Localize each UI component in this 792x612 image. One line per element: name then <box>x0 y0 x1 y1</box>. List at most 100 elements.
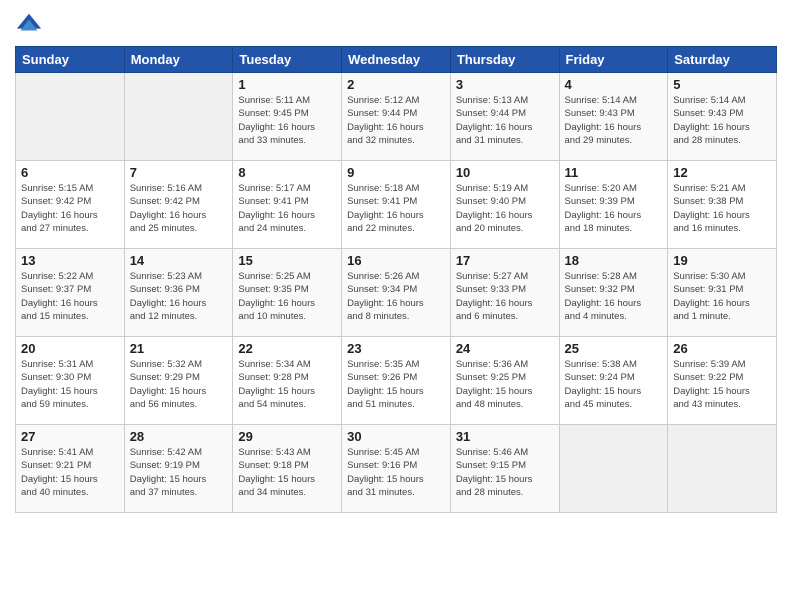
calendar-cell: 5 Sunrise: 5:14 AM Sunset: 9:43 PM Daylig… <box>668 73 777 161</box>
header-day-tuesday: Tuesday <box>233 47 342 73</box>
calendar-cell: 16 Sunrise: 5:26 AM Sunset: 9:34 PM Dayli… <box>342 249 451 337</box>
calendar-cell: 1 Sunrise: 5:11 AM Sunset: 9:45 PM Daylig… <box>233 73 342 161</box>
calendar-cell: 11 Sunrise: 5:20 AM Sunset: 9:39 PM Dayli… <box>559 161 668 249</box>
calendar-cell: 27 Sunrise: 5:41 AM Sunset: 9:21 PM Dayli… <box>16 425 125 513</box>
calendar-week-row: 13 Sunrise: 5:22 AM Sunset: 9:37 PM Dayli… <box>16 249 777 337</box>
header-day-sunday: Sunday <box>16 47 125 73</box>
day-info: Sunrise: 5:26 AM Sunset: 9:34 PM Dayligh… <box>347 270 445 323</box>
calendar-cell: 17 Sunrise: 5:27 AM Sunset: 9:33 PM Dayli… <box>450 249 559 337</box>
day-info: Sunrise: 5:45 AM Sunset: 9:16 PM Dayligh… <box>347 446 445 499</box>
header-day-friday: Friday <box>559 47 668 73</box>
calendar-cell: 12 Sunrise: 5:21 AM Sunset: 9:38 PM Dayli… <box>668 161 777 249</box>
calendar-cell: 20 Sunrise: 5:31 AM Sunset: 9:30 PM Dayli… <box>16 337 125 425</box>
day-number: 17 <box>456 253 554 268</box>
calendar-cell: 9 Sunrise: 5:18 AM Sunset: 9:41 PM Daylig… <box>342 161 451 249</box>
day-number: 5 <box>673 77 771 92</box>
day-number: 27 <box>21 429 119 444</box>
calendar-week-row: 27 Sunrise: 5:41 AM Sunset: 9:21 PM Dayli… <box>16 425 777 513</box>
day-number: 15 <box>238 253 336 268</box>
day-number: 2 <box>347 77 445 92</box>
day-number: 31 <box>456 429 554 444</box>
day-number: 22 <box>238 341 336 356</box>
day-info: Sunrise: 5:31 AM Sunset: 9:30 PM Dayligh… <box>21 358 119 411</box>
day-info: Sunrise: 5:32 AM Sunset: 9:29 PM Dayligh… <box>130 358 228 411</box>
header <box>15 10 777 38</box>
calendar-cell: 10 Sunrise: 5:19 AM Sunset: 9:40 PM Dayli… <box>450 161 559 249</box>
day-info: Sunrise: 5:39 AM Sunset: 9:22 PM Dayligh… <box>673 358 771 411</box>
calendar-cell: 24Sunrise: 5:36 AM Sunset: 9:25 PM Dayli… <box>450 337 559 425</box>
calendar-cell: 26 Sunrise: 5:39 AM Sunset: 9:22 PM Dayli… <box>668 337 777 425</box>
calendar-cell: 3Sunrise: 5:13 AM Sunset: 9:44 PM Daylig… <box>450 73 559 161</box>
day-info: Sunrise: 5:43 AM Sunset: 9:18 PM Dayligh… <box>238 446 336 499</box>
day-info: Sunrise: 5:28 AM Sunset: 9:32 PM Dayligh… <box>565 270 663 323</box>
day-number: 14 <box>130 253 228 268</box>
calendar-week-row: 6 Sunrise: 5:15 AM Sunset: 9:42 PM Daylig… <box>16 161 777 249</box>
logo <box>15 10 47 38</box>
day-number: 20 <box>21 341 119 356</box>
calendar-week-row: 20 Sunrise: 5:31 AM Sunset: 9:30 PM Dayli… <box>16 337 777 425</box>
day-number: 12 <box>673 165 771 180</box>
day-number: 7 <box>130 165 228 180</box>
calendar-cell: 15 Sunrise: 5:25 AM Sunset: 9:35 PM Dayli… <box>233 249 342 337</box>
calendar-cell: 30 Sunrise: 5:45 AM Sunset: 9:16 PM Dayli… <box>342 425 451 513</box>
day-number: 6 <box>21 165 119 180</box>
day-number: 16 <box>347 253 445 268</box>
calendar-cell: 21 Sunrise: 5:32 AM Sunset: 9:29 PM Dayli… <box>124 337 233 425</box>
calendar-cell: 2 Sunrise: 5:12 AM Sunset: 9:44 PM Daylig… <box>342 73 451 161</box>
header-day-thursday: Thursday <box>450 47 559 73</box>
day-info: Sunrise: 5:25 AM Sunset: 9:35 PM Dayligh… <box>238 270 336 323</box>
day-info: Sunrise: 5:34 AM Sunset: 9:28 PM Dayligh… <box>238 358 336 411</box>
calendar-header-row: SundayMondayTuesdayWednesdayThursdayFrid… <box>16 47 777 73</box>
calendar-cell <box>559 425 668 513</box>
day-info: Sunrise: 5:19 AM Sunset: 9:40 PM Dayligh… <box>456 182 554 235</box>
day-number: 25 <box>565 341 663 356</box>
calendar-cell <box>668 425 777 513</box>
day-info: Sunrise: 5:20 AM Sunset: 9:39 PM Dayligh… <box>565 182 663 235</box>
calendar-cell: 28 Sunrise: 5:42 AM Sunset: 9:19 PM Dayli… <box>124 425 233 513</box>
day-info: Sunrise: 5:14 AM Sunset: 9:43 PM Dayligh… <box>673 94 771 147</box>
day-number: 10 <box>456 165 554 180</box>
calendar-cell: 29Sunrise: 5:43 AM Sunset: 9:18 PM Dayli… <box>233 425 342 513</box>
day-number: 19 <box>673 253 771 268</box>
day-info: Sunrise: 5:42 AM Sunset: 9:19 PM Dayligh… <box>130 446 228 499</box>
day-info: Sunrise: 5:18 AM Sunset: 9:41 PM Dayligh… <box>347 182 445 235</box>
calendar-cell: 19Sunrise: 5:30 AM Sunset: 9:31 PM Dayli… <box>668 249 777 337</box>
day-number: 8 <box>238 165 336 180</box>
calendar-cell <box>16 73 125 161</box>
day-number: 28 <box>130 429 228 444</box>
day-number: 9 <box>347 165 445 180</box>
calendar-cell: 14Sunrise: 5:23 AM Sunset: 9:36 PM Dayli… <box>124 249 233 337</box>
calendar-cell: 13 Sunrise: 5:22 AM Sunset: 9:37 PM Dayli… <box>16 249 125 337</box>
day-info: Sunrise: 5:41 AM Sunset: 9:21 PM Dayligh… <box>21 446 119 499</box>
day-info: Sunrise: 5:15 AM Sunset: 9:42 PM Dayligh… <box>21 182 119 235</box>
calendar-table: SundayMondayTuesdayWednesdayThursdayFrid… <box>15 46 777 513</box>
day-number: 30 <box>347 429 445 444</box>
calendar-cell: 22 Sunrise: 5:34 AM Sunset: 9:28 PM Dayli… <box>233 337 342 425</box>
day-number: 4 <box>565 77 663 92</box>
calendar-cell: 25 Sunrise: 5:38 AM Sunset: 9:24 PM Dayli… <box>559 337 668 425</box>
day-info: Sunrise: 5:46 AM Sunset: 9:15 PM Dayligh… <box>456 446 554 499</box>
day-number: 1 <box>238 77 336 92</box>
day-info: Sunrise: 5:22 AM Sunset: 9:37 PM Dayligh… <box>21 270 119 323</box>
day-number: 13 <box>21 253 119 268</box>
day-number: 23 <box>347 341 445 356</box>
day-number: 26 <box>673 341 771 356</box>
day-info: Sunrise: 5:14 AM Sunset: 9:43 PM Dayligh… <box>565 94 663 147</box>
day-info: Sunrise: 5:11 AM Sunset: 9:45 PM Dayligh… <box>238 94 336 147</box>
day-number: 21 <box>130 341 228 356</box>
day-info: Sunrise: 5:21 AM Sunset: 9:38 PM Dayligh… <box>673 182 771 235</box>
day-info: Sunrise: 5:35 AM Sunset: 9:26 PM Dayligh… <box>347 358 445 411</box>
day-info: Sunrise: 5:12 AM Sunset: 9:44 PM Dayligh… <box>347 94 445 147</box>
calendar-cell: 8 Sunrise: 5:17 AM Sunset: 9:41 PM Daylig… <box>233 161 342 249</box>
day-number: 18 <box>565 253 663 268</box>
day-info: Sunrise: 5:38 AM Sunset: 9:24 PM Dayligh… <box>565 358 663 411</box>
calendar-cell: 7Sunrise: 5:16 AM Sunset: 9:42 PM Daylig… <box>124 161 233 249</box>
day-info: Sunrise: 5:36 AM Sunset: 9:25 PM Dayligh… <box>456 358 554 411</box>
logo-icon <box>15 10 43 38</box>
header-day-monday: Monday <box>124 47 233 73</box>
calendar-cell: 6 Sunrise: 5:15 AM Sunset: 9:42 PM Daylig… <box>16 161 125 249</box>
day-info: Sunrise: 5:17 AM Sunset: 9:41 PM Dayligh… <box>238 182 336 235</box>
day-info: Sunrise: 5:27 AM Sunset: 9:33 PM Dayligh… <box>456 270 554 323</box>
day-number: 11 <box>565 165 663 180</box>
header-day-saturday: Saturday <box>668 47 777 73</box>
